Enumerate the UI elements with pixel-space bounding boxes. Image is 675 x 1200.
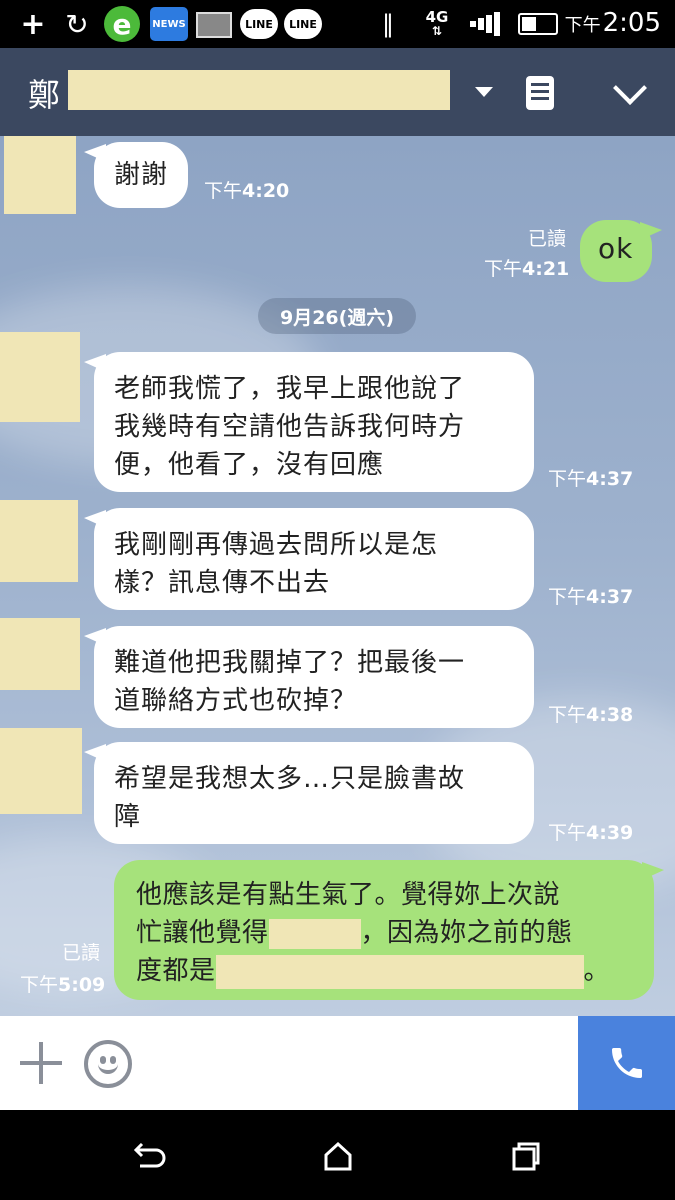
call-button[interactable] (578, 1016, 675, 1110)
chat-area[interactable]: 謝謝 下午4:20 已讀 下午4:21 ok 9月26(週六) 老師我慌了，我早… (0, 136, 675, 1016)
dropdown-icon[interactable] (470, 78, 498, 106)
message-line: 樣？訊息傳不出去 (114, 568, 331, 598)
avatar[interactable] (4, 136, 76, 214)
sync-icon: ↻ (65, 7, 89, 41)
avatar[interactable] (0, 500, 78, 582)
text-redaction (215, 954, 584, 989)
date-divider: 9月26(週六) (258, 298, 416, 334)
message-bubble[interactable]: 難道他把我關掉了？把最後一 道聯絡方式也砍掉？ (94, 626, 534, 728)
message-time: 下午4:38 (548, 704, 634, 726)
avatar[interactable] (0, 728, 82, 814)
status-time-clock: 2:05 (602, 8, 661, 38)
message-time: 下午4:21 (484, 258, 570, 280)
message-bubble[interactable]: 我剛剛再傳過去問所以是怎 樣？訊息傳不出去 (94, 508, 534, 610)
message-time: 下午5:09 (20, 974, 106, 996)
read-receipt: 已讀 (528, 228, 567, 250)
message-line: 道聯絡方式也砍掉？ (114, 686, 358, 716)
message-line: 忙讓他覺得 ，因為妳之前的態 (136, 918, 573, 949)
emoji-icon[interactable] (84, 1040, 132, 1088)
chat-header: 鄭 (0, 48, 675, 136)
image-notification-icon (196, 12, 232, 38)
message-time: 下午4:20 (204, 180, 290, 202)
message-bubble[interactable]: 老師我慌了，我早上跟他說了 我幾時有空請他告訴我何時方 便，他看了，沒有回應 (94, 352, 534, 492)
message-line: 我剛剛再傳過去問所以是怎 (114, 530, 439, 560)
line-notification-icon-2: LINE (284, 9, 322, 39)
network-label: 4G (425, 8, 449, 26)
text-redaction (268, 918, 361, 949)
message-line: 希望是我想太多…只是臉書故 (114, 764, 466, 794)
network-4g-icon: 4G ⇅ (420, 8, 454, 40)
line-notification-icon: LINE (240, 9, 278, 39)
message-input-bar (0, 1016, 675, 1110)
recent-apps-button[interactable] (506, 1136, 546, 1176)
message-line: 便，他看了，沒有回應 (114, 450, 385, 480)
message-text: ok (598, 232, 634, 265)
message-time: 下午4:37 (548, 586, 634, 608)
signal-icon (466, 8, 506, 40)
data-arrows-icon: ⇅ (431, 24, 443, 38)
phone-icon (611, 1048, 642, 1078)
home-button[interactable] (318, 1136, 358, 1176)
plus-icon[interactable] (20, 1042, 62, 1084)
status-time: 下午 2:05 (565, 8, 661, 40)
message-bubble[interactable]: 希望是我想太多…只是臉書故 障 (94, 742, 534, 844)
browser-e-icon: e (104, 6, 140, 42)
message-bubble[interactable]: 他應該是有點生氣了。覺得妳上次說 忙讓他覺得 ，因為妳之前的態 度都是。 (114, 860, 654, 1000)
message-line: 難道他把我關掉了？把最後一 (114, 648, 466, 678)
back-icon (133, 1142, 166, 1168)
message-line: 老師我慌了，我早上跟他說了 (114, 374, 466, 404)
message-line: 他應該是有點生氣了。覺得妳上次說 (136, 880, 561, 910)
recent-apps-icon (512, 1142, 540, 1171)
battery-icon (518, 13, 558, 35)
message-time: 下午4:37 (548, 468, 634, 490)
message-text: 謝謝 (114, 160, 169, 190)
status-time-ampm: 下午 (564, 15, 601, 36)
message-line: 障 (114, 802, 142, 832)
system-nav-bar (0, 1110, 675, 1200)
message-bubble[interactable]: ok (580, 220, 652, 282)
home-icon (324, 1141, 352, 1171)
notes-icon[interactable] (526, 76, 554, 110)
add-notification-icon: + (20, 6, 46, 42)
contact-name-redaction (68, 70, 450, 110)
chevron-down-icon[interactable] (608, 71, 652, 112)
message-time: 下午4:39 (548, 822, 634, 844)
news-icon: NEWS (150, 7, 188, 41)
avatar[interactable] (0, 332, 80, 422)
read-receipt: 已讀 (62, 942, 101, 964)
message-line: 我幾時有空請他告訴我何時方 (114, 412, 466, 442)
vibrate-icon: ‖ (382, 10, 394, 38)
status-bar: + ↻ e NEWS LINE LINE ‖ 4G ⇅ 下午 2:05 (0, 0, 675, 48)
message-line: 度都是。 (136, 952, 632, 990)
contact-name[interactable]: 鄭 (28, 70, 60, 116)
avatar[interactable] (0, 618, 80, 690)
message-bubble[interactable]: 謝謝 (94, 142, 189, 208)
back-button[interactable] (130, 1136, 170, 1176)
